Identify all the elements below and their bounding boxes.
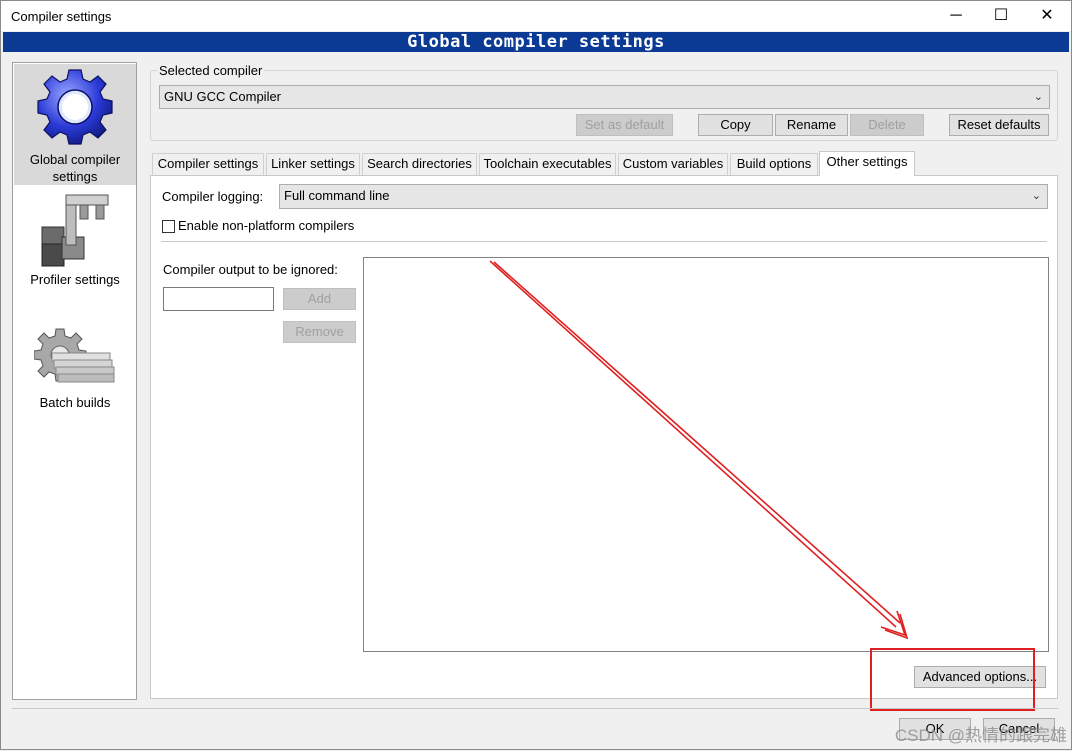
copy-button[interactable]: Copy bbox=[698, 114, 773, 136]
title-bar: Compiler settings ─ ☐ ✕ bbox=[1, 1, 1071, 31]
compiler-settings-window: Compiler settings ─ ☐ ✕ Global compiler … bbox=[0, 0, 1072, 750]
profiler-icon bbox=[41, 194, 109, 267]
delete-button[interactable]: Delete bbox=[850, 114, 924, 136]
sidebar-item-label: settings bbox=[52, 169, 98, 184]
sidebar-item-profiler[interactable]: Profiler settings bbox=[14, 187, 136, 297]
window-title: Compiler settings bbox=[11, 9, 112, 24]
annotation-highlight-box bbox=[870, 648, 1035, 711]
sidebar-item-label: Global compiler bbox=[29, 152, 121, 167]
divider bbox=[161, 241, 1047, 242]
compiler-logging-select[interactable]: Full command line ⌄ bbox=[279, 184, 1048, 209]
close-icon[interactable]: ✕ bbox=[1024, 1, 1070, 31]
rename-button[interactable]: Rename bbox=[775, 114, 848, 136]
ignored-output-input[interactable] bbox=[163, 287, 274, 311]
sidebar: Global compiler settings Profiler settin… bbox=[12, 62, 137, 700]
gear-icon bbox=[37, 69, 113, 145]
non-platform-label: Enable non-platform compilers bbox=[178, 218, 355, 233]
compiler-logging-value: Full command line bbox=[284, 188, 390, 203]
remove-button[interactable]: Remove bbox=[283, 321, 356, 343]
non-platform-checkbox[interactable] bbox=[162, 220, 175, 233]
chevron-down-icon: ⌄ bbox=[1031, 190, 1041, 202]
tab-other-settings[interactable]: Other settings bbox=[819, 151, 915, 176]
set-as-default-button[interactable]: Set as default bbox=[576, 114, 673, 136]
tab-toolchain-executables[interactable]: Toolchain executables bbox=[479, 153, 616, 175]
sidebar-item-label: Batch builds bbox=[39, 395, 111, 410]
selected-compiler-legend: Selected compiler bbox=[157, 63, 265, 78]
minimize-icon[interactable]: ─ bbox=[933, 1, 979, 31]
maximize-icon[interactable]: ☐ bbox=[978, 1, 1024, 31]
sidebar-item-label: Profiler settings bbox=[30, 272, 120, 287]
ignored-output-list[interactable] bbox=[363, 257, 1049, 652]
watermark: CSDN @热情的跟完雄 bbox=[894, 726, 1067, 745]
sidebar-item-batch-builds[interactable]: Batch builds bbox=[14, 313, 136, 413]
chevron-down-icon: ⌄ bbox=[1033, 91, 1043, 103]
tab-compiler-settings[interactable]: Compiler settings bbox=[152, 153, 264, 175]
tab-custom-variables[interactable]: Custom variables bbox=[618, 153, 728, 175]
tab-build-options[interactable]: Build options bbox=[730, 153, 818, 175]
compiler-select-value: GNU GCC Compiler bbox=[164, 89, 282, 104]
batch-builds-icon bbox=[34, 328, 115, 383]
divider bbox=[12, 708, 1058, 709]
page-title: Global compiler settings bbox=[3, 32, 1069, 52]
tab-linker-settings[interactable]: Linker settings bbox=[266, 153, 360, 175]
tab-search-directories[interactable]: Search directories bbox=[362, 153, 477, 175]
ignored-output-label: Compiler output to be ignored: bbox=[163, 262, 338, 277]
reset-defaults-button[interactable]: Reset defaults bbox=[949, 114, 1049, 136]
sidebar-item-global-compiler[interactable]: Global compiler settings bbox=[14, 64, 136, 185]
compiler-logging-label: Compiler logging: bbox=[162, 189, 264, 204]
compiler-select[interactable]: GNU GCC Compiler ⌄ bbox=[159, 85, 1050, 109]
add-button[interactable]: Add bbox=[283, 288, 356, 310]
